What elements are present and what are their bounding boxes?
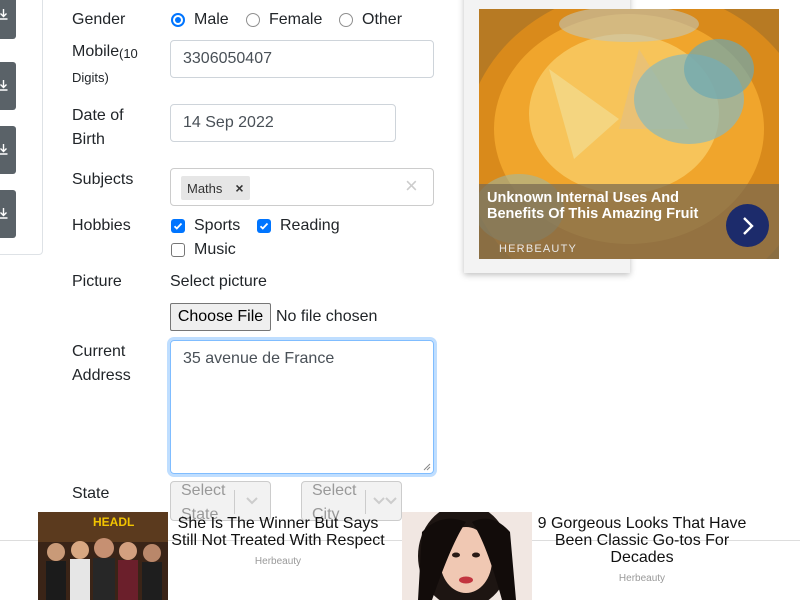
mobile-hint: (10 Digits) — [72, 46, 138, 85]
mobile-input[interactable]: 3306050407 — [170, 40, 434, 78]
city-placeholder-line1: Select — [312, 482, 357, 499]
chip-remove-icon[interactable]: × — [228, 180, 250, 196]
picture-label: Picture — [72, 273, 122, 290]
dob-input[interactable]: 14 Sep 2022 — [170, 104, 396, 142]
address-label-line2: Address — [72, 367, 131, 384]
subjects-label: Subjects — [72, 171, 134, 188]
gender-option-female[interactable]: Female — [269, 8, 322, 32]
subject-chip-label: Maths — [187, 180, 223, 196]
ad-headline[interactable]: Unknown Internal Uses And Benefits Of Th… — [487, 190, 727, 222]
download-icon — [0, 144, 8, 155]
hobby-label-reading[interactable]: Reading — [280, 214, 340, 238]
clear-subjects-icon[interactable]: × — [405, 174, 418, 198]
current-address-value: 35 avenue de France — [183, 350, 335, 367]
address-label-line1: Current — [72, 343, 126, 360]
checkmark-icon — [259, 222, 269, 230]
bottom-ad-brand-1: Herbeauty — [254, 556, 302, 567]
dob-label-line1: Date of — [72, 107, 124, 124]
current-address-textarea[interactable]: 35 avenue de France — [170, 340, 434, 474]
ad-brand: HERBEAUTY — [499, 243, 578, 255]
hobby-label-music[interactable]: Music — [194, 238, 236, 262]
gender-radio-male[interactable] — [171, 13, 185, 27]
ad-next-button[interactable] — [726, 204, 769, 247]
gender-label: Gender — [72, 11, 126, 28]
state-label: State — [72, 485, 110, 502]
chevron-down-icon[interactable] — [372, 496, 398, 506]
hobby-checkbox-reading[interactable] — [257, 219, 271, 233]
city-select-separator — [365, 490, 366, 514]
state-select-separator — [234, 490, 235, 514]
state-placeholder-line1: Select — [181, 482, 226, 499]
bottom-ad-image-1[interactable]: HEADL — [38, 512, 168, 600]
bottom-ad-brand-2: Herbeauty — [618, 573, 666, 584]
gender-radio-female[interactable] — [246, 13, 260, 27]
subject-chip: Maths × — [181, 176, 251, 200]
choose-file-button[interactable]: Choose File — [170, 303, 271, 331]
sidebar-download-button[interactable] — [0, 0, 16, 39]
gender-radio-other[interactable] — [339, 13, 353, 27]
hobby-checkbox-music[interactable] — [171, 243, 185, 257]
woman-portrait-image — [402, 512, 532, 600]
chevron-right-icon — [743, 217, 754, 235]
checkmark-icon — [173, 222, 183, 230]
left-sidebar — [0, 0, 43, 255]
file-status: No file chosen — [276, 308, 378, 325]
bottom-ad-image-2[interactable] — [402, 512, 532, 600]
bottom-ad-headline-1[interactable]: She Is The Winner But Says Still Not Tre… — [168, 515, 388, 549]
select-picture-text: Select picture — [170, 273, 267, 290]
sidebar-download-button[interactable] — [0, 62, 16, 110]
chevron-down-icon[interactable] — [245, 496, 259, 506]
sidebar-download-button[interactable] — [0, 190, 16, 238]
hobby-checkbox-sports[interactable] — [171, 219, 185, 233]
mobile-input-value: 3306050407 — [183, 50, 272, 67]
hobby-label-sports[interactable]: Sports — [194, 214, 240, 238]
svg-text:HEADL: HEADL — [93, 515, 134, 529]
download-icon — [0, 80, 8, 91]
download-icon — [0, 9, 8, 20]
dob-label-line2: Birth — [72, 131, 105, 148]
dob-input-value: 14 Sep 2022 — [183, 114, 274, 131]
sidebar-download-button[interactable] — [0, 126, 16, 174]
crowd-photo-image: HEADL — [38, 512, 168, 600]
hobbies-label: Hobbies — [72, 217, 131, 234]
download-icon — [0, 208, 8, 219]
resize-handle-icon[interactable] — [423, 463, 431, 471]
gender-option-other[interactable]: Other — [362, 8, 402, 32]
bottom-ad-headline-2[interactable]: 9 Gorgeous Looks That Have Been Classic … — [532, 515, 752, 566]
gender-option-male[interactable]: Male — [194, 8, 229, 32]
